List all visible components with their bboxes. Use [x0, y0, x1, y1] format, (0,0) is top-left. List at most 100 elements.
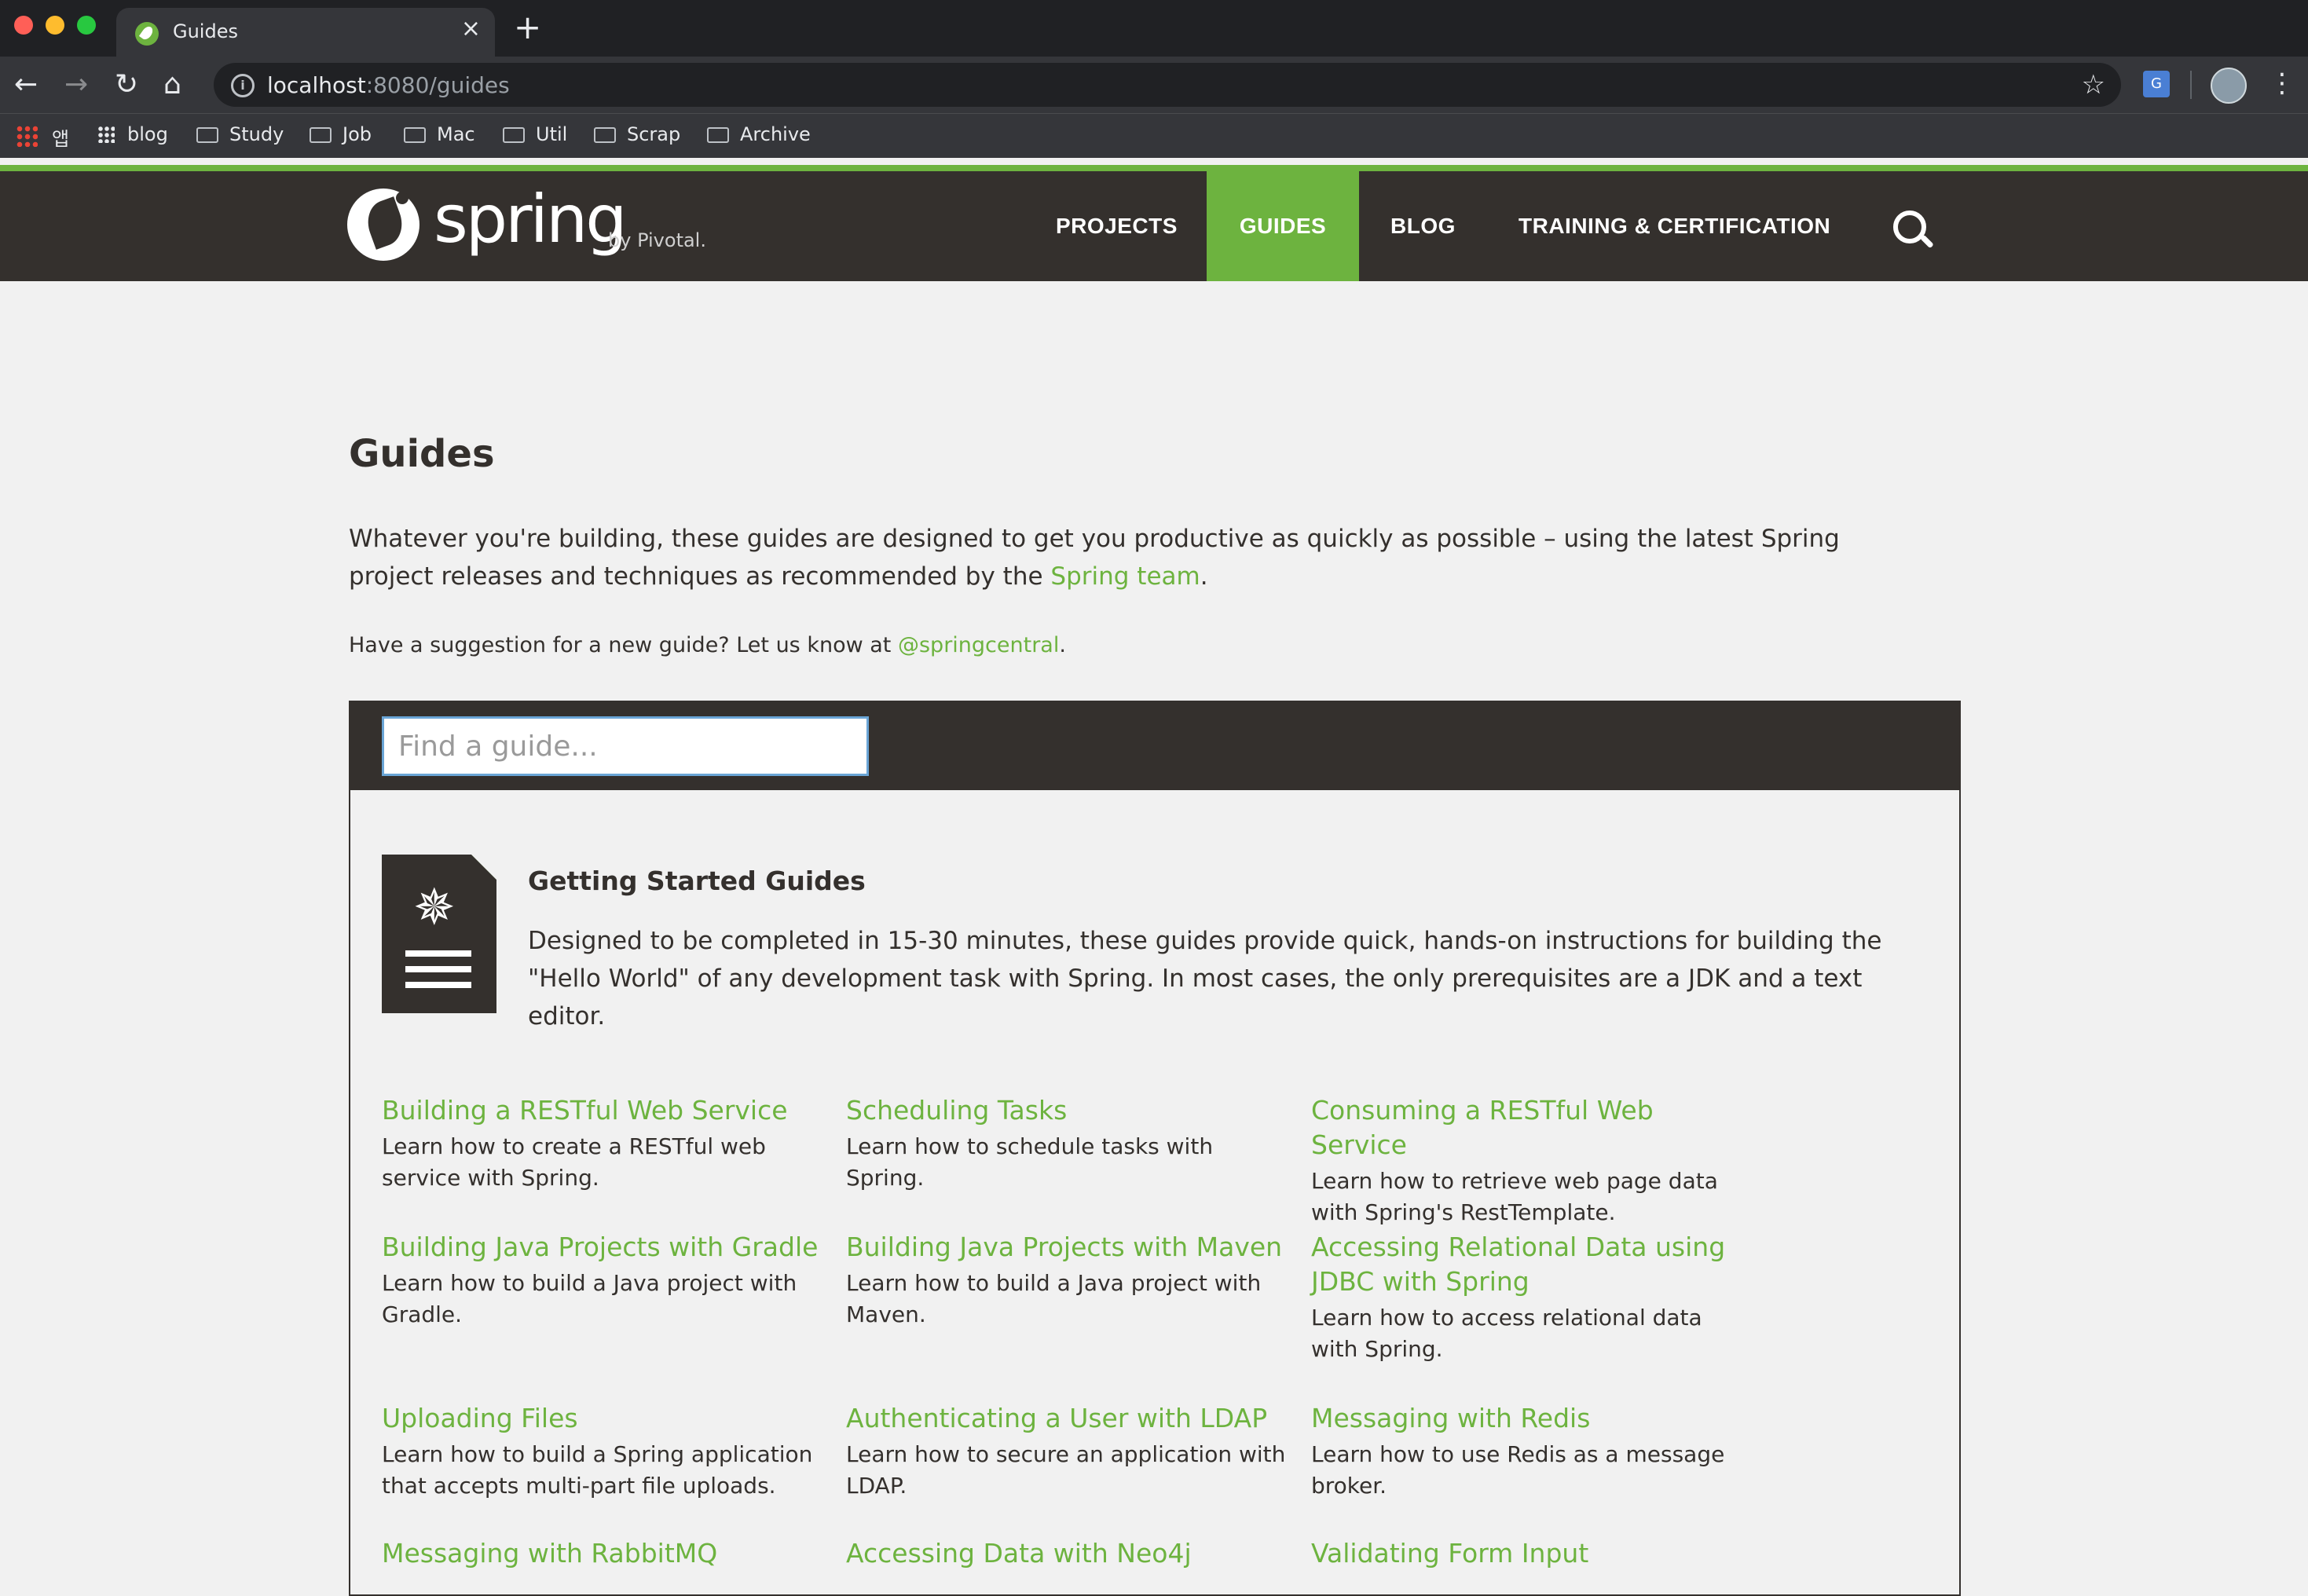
- guide-card: Messaging with Redis Learn how to use Re…: [1311, 1401, 1751, 1502]
- springcentral-link[interactable]: @springcentral: [898, 633, 1059, 657]
- bookmark-folder-scrap[interactable]: Scrap: [594, 123, 680, 145]
- guide-description: Learn how to create a RESTful web servic…: [382, 1133, 766, 1191]
- bookmark-folder-study[interactable]: Study: [196, 123, 284, 145]
- folder-icon: [196, 127, 218, 143]
- guide-title-link[interactable]: Accessing Data with Neo4j: [846, 1536, 1286, 1571]
- guide-card: Accessing Relational Data using JDBC wit…: [1311, 1230, 1751, 1365]
- bookmark-apps[interactable]: 앱: [52, 123, 69, 151]
- translate-extension-icon[interactable]: G: [2143, 71, 2170, 97]
- guide-title-link[interactable]: Accessing Relational Data using JDBC wit…: [1311, 1230, 1751, 1299]
- bookmark-label: Job: [343, 123, 372, 145]
- nav-blog[interactable]: BLOG: [1390, 171, 1456, 281]
- forward-arrow-icon[interactable]: →: [64, 68, 88, 102]
- close-window-button[interactable]: [14, 16, 33, 35]
- bookmark-label: Archive: [740, 123, 811, 145]
- toolbar-divider: [2190, 71, 2192, 99]
- guides-panel: ✵ Getting Started Guides Designed to be …: [349, 701, 1961, 1596]
- bookmark-label: Mac: [437, 123, 475, 145]
- nav-projects[interactable]: PROJECTS: [1056, 171, 1178, 281]
- guide-title-link[interactable]: Messaging with RabbitMQ: [382, 1536, 822, 1571]
- section-title: Getting Started Guides: [528, 866, 866, 896]
- blog-favicon-icon: [97, 126, 115, 143]
- guide-card: Authenticating a User with LDAP Learn ho…: [846, 1401, 1286, 1502]
- section-description: Designed to be completed in 15-30 minute…: [528, 927, 1882, 1030]
- spring-team-link[interactable]: Spring team: [1050, 562, 1200, 591]
- site-header: spring by Pivotal. PROJECTS GUIDES BLOG …: [0, 165, 2308, 281]
- home-icon[interactable]: ⌂: [163, 68, 181, 102]
- browser-menu-icon[interactable]: ⋮: [2269, 68, 2295, 99]
- guide-title-link[interactable]: Building Java Projects with Maven: [846, 1230, 1286, 1265]
- zoom-window-button[interactable]: [77, 16, 96, 35]
- bookmark-folder-mac[interactable]: Mac: [404, 123, 475, 145]
- browser-tab-strip: Guides × +: [0, 0, 2308, 57]
- doc-line: [405, 982, 471, 988]
- guide-card: Messaging with RabbitMQ: [382, 1536, 822, 1571]
- guide-description: Learn how to use Redis as a message brok…: [1311, 1441, 1725, 1499]
- spring-favicon-icon: [135, 22, 159, 46]
- folder-icon: [503, 127, 525, 143]
- nav-guides[interactable]: GUIDES: [1207, 171, 1359, 281]
- bookmark-folder-job[interactable]: Job: [310, 123, 372, 145]
- bookmark-blog[interactable]: blog: [97, 123, 168, 145]
- url-host: localhost: [267, 72, 366, 98]
- guide-title-link[interactable]: Authenticating a User with LDAP: [846, 1401, 1286, 1436]
- guide-description: Learn how to build a Java project with G…: [382, 1270, 797, 1327]
- site-info-icon[interactable]: i: [231, 74, 255, 97]
- guide-search-bar: [350, 702, 1959, 790]
- guide-card: Building Java Projects with Maven Learn …: [846, 1230, 1286, 1331]
- search-icon[interactable]: [1893, 210, 1926, 243]
- guide-description: Learn how to retrieve web page data with…: [1311, 1168, 1718, 1225]
- logo-by-pivotal: by Pivotal.: [608, 229, 706, 251]
- fold-cut: [471, 855, 496, 880]
- doc-line: [405, 966, 471, 972]
- back-arrow-icon[interactable]: ←: [14, 68, 38, 102]
- address-bar[interactable]: i localhost:8080/guides ☆: [214, 63, 2121, 107]
- bookmark-label: Util: [536, 123, 568, 145]
- getting-started-document-icon: ✵: [382, 855, 496, 1013]
- bookmark-label: Scrap: [627, 123, 681, 145]
- guide-card: Accessing Data with Neo4j: [846, 1536, 1286, 1571]
- folder-icon: [310, 127, 332, 143]
- guide-title-link[interactable]: Scheduling Tasks: [846, 1093, 1286, 1128]
- compass-star-icon: ✵: [413, 879, 456, 937]
- browser-tab-guides[interactable]: Guides ×: [116, 8, 495, 57]
- reload-icon[interactable]: ↻: [115, 68, 138, 102]
- guide-title-link[interactable]: Building Java Projects with Gradle: [382, 1230, 822, 1265]
- close-tab-icon[interactable]: ×: [461, 17, 481, 41]
- guide-description: Learn how to secure an application with …: [846, 1441, 1286, 1499]
- bookmark-star-icon[interactable]: ☆: [2082, 69, 2105, 101]
- profile-avatar[interactable]: [2211, 68, 2247, 104]
- suggestion-text-end: .: [1059, 633, 1066, 657]
- page-title: Guides: [349, 432, 495, 476]
- minimize-window-button[interactable]: [46, 16, 64, 35]
- guide-title-link[interactable]: Uploading Files: [382, 1401, 822, 1436]
- bookmark-label: blog: [127, 123, 168, 145]
- url-text[interactable]: localhost:8080/guides: [267, 72, 510, 98]
- guide-card: Building Java Projects with Gradle Learn…: [382, 1230, 822, 1331]
- folder-icon: [404, 127, 426, 143]
- bookmark-folder-util[interactable]: Util: [503, 123, 567, 145]
- guide-title-link[interactable]: Building a RESTful Web Service: [382, 1093, 822, 1128]
- guide-description: Learn how to access relational data with…: [1311, 1305, 1702, 1362]
- guide-title-link[interactable]: Consuming a RESTful Web Service: [1311, 1093, 1751, 1162]
- guide-card: Building a RESTful Web Service Learn how…: [382, 1093, 822, 1194]
- apps-grid-icon[interactable]: [16, 125, 38, 147]
- bookmark-label: Study: [229, 123, 284, 145]
- new-tab-icon[interactable]: +: [514, 11, 541, 44]
- guide-description: Learn how to build a Spring application …: [382, 1441, 813, 1499]
- bookmarks-bar: 앱 blog Study Job Mac Util Scrap Archive: [0, 113, 2308, 158]
- nav-training-certification[interactable]: TRAINING & CERTIFICATION: [1519, 171, 1830, 281]
- intro-paragraph: Whatever you're building, these guides a…: [349, 520, 1928, 595]
- bookmark-folder-archive[interactable]: Archive: [707, 123, 811, 145]
- url-path: :8080/guides: [365, 72, 510, 98]
- find-guide-input[interactable]: [382, 716, 869, 776]
- guide-title-link[interactable]: Validating Form Input: [1311, 1536, 1751, 1571]
- tab-title: Guides: [173, 20, 238, 42]
- guide-card: Uploading Files Learn how to build a Spr…: [382, 1401, 822, 1502]
- guide-card: Validating Form Input: [1311, 1536, 1751, 1571]
- browser-toolbar: ← → ↻ ⌂ i localhost:8080/guides ☆ G ⋮: [0, 57, 2308, 113]
- guide-title-link[interactable]: Messaging with Redis: [1311, 1401, 1751, 1436]
- folder-icon: [707, 127, 729, 143]
- suggestion-paragraph: Have a suggestion for a new guide? Let u…: [349, 633, 1066, 657]
- guide-card: Scheduling Tasks Learn how to schedule t…: [846, 1093, 1286, 1194]
